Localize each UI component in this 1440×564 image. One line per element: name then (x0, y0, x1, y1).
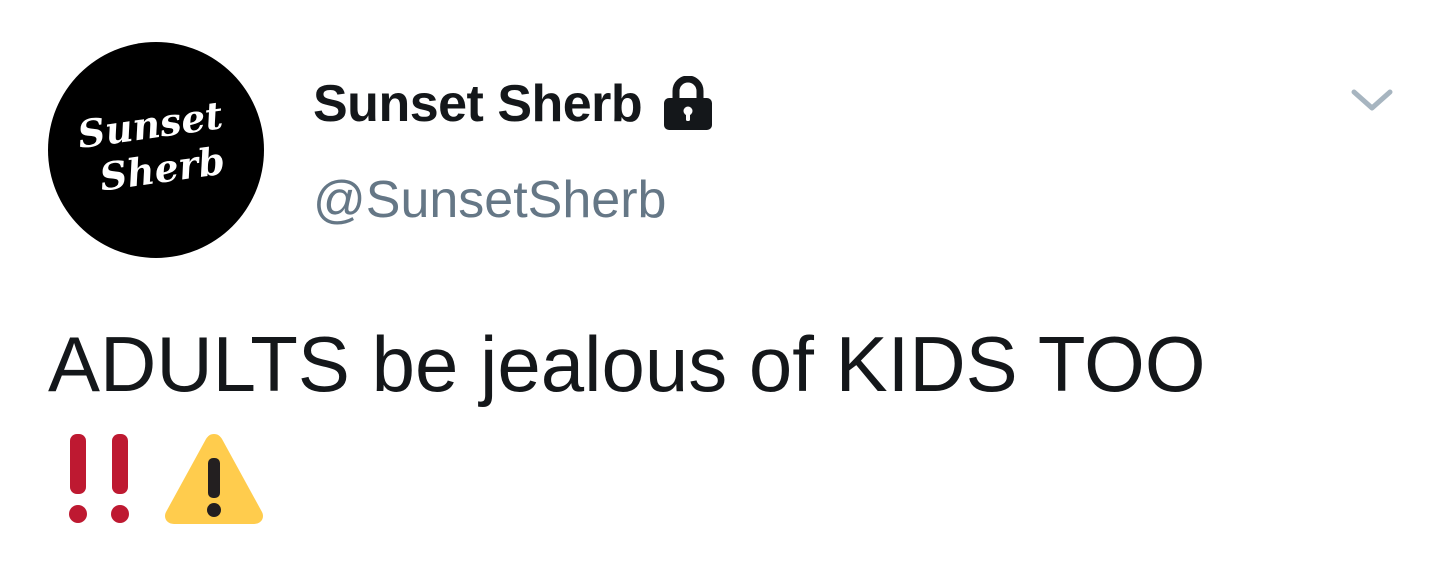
display-name[interactable]: Sunset Sherb (313, 74, 643, 134)
warning-icon (164, 434, 264, 524)
double-exclamation-icon (69, 434, 129, 523)
avatar[interactable]: Sunset Sherb (48, 42, 264, 258)
author-row: Sunset Sherb (313, 72, 714, 136)
lock-icon (664, 76, 713, 130)
chevron-down-icon[interactable] (1346, 80, 1398, 120)
emoji-row (60, 428, 266, 528)
handle[interactable]: @SunsetSherb (313, 170, 666, 230)
tweet: Sunset Sherb Sunset Sherb @SunsetSherb A… (0, 0, 1440, 564)
tweet-text: ADULTS be jealous of KIDS TOO (48, 320, 1206, 408)
avatar-logo: Sunset Sherb (75, 92, 228, 200)
